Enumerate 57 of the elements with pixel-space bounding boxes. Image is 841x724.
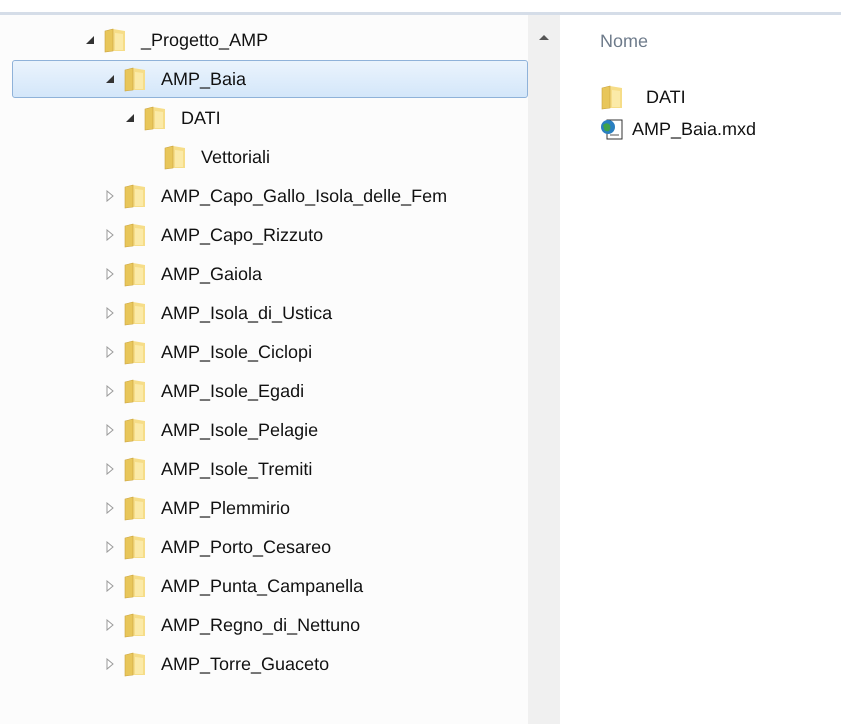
tree-item[interactable]: AMP_Capo_Rizzuto xyxy=(12,216,528,254)
map-document-icon xyxy=(600,117,624,141)
folder-icon xyxy=(600,84,624,110)
folder-name: AMP_Regno_di_Nettuno xyxy=(161,614,360,636)
tree-item[interactable]: _Progetto_AMP xyxy=(12,21,528,59)
tree-item[interactable]: AMP_Gaiola xyxy=(12,255,528,293)
tree-item[interactable]: AMP_Isole_Tremiti xyxy=(12,450,528,488)
tree-item[interactable]: AMP_Regno_di_Nettuno xyxy=(12,606,528,644)
folder-name: AMP_Punta_Campanella xyxy=(161,576,364,596)
file-name[interactable]: DATI xyxy=(646,86,686,108)
folder-name: AMP_Isole_Egadi xyxy=(161,380,304,402)
tree-item[interactable]: DATI xyxy=(12,99,528,137)
folder-icon xyxy=(103,27,127,53)
folder-name: AMP_Porto_Cesareo xyxy=(161,536,332,558)
folder-name: AMP_Capo_Rizzuto xyxy=(161,224,324,246)
folder-icon xyxy=(123,183,147,209)
folder-icon xyxy=(123,534,147,560)
tree-item[interactable]: Vettoriali xyxy=(12,138,528,176)
folder-name: AMP_Baia xyxy=(161,68,246,90)
folder-name: DATI xyxy=(181,108,221,128)
tree-item[interactable]: AMP_Porto_Cesareo xyxy=(12,528,528,566)
tree-item[interactable]: AMP_Punta_Campanella xyxy=(12,567,528,605)
folder-icon xyxy=(123,66,147,92)
file-name[interactable]: AMP_Baia.mxd xyxy=(632,118,756,140)
tree-item[interactable]: AMP_Isola_di_Ustica xyxy=(12,294,528,332)
folder-name: AMP_Gaiola xyxy=(161,264,262,284)
folder-name: AMP_Plemmirio xyxy=(161,498,290,518)
folder-icon xyxy=(123,495,147,521)
folder-icon xyxy=(123,261,147,287)
folder-icon xyxy=(143,105,167,131)
folder-icon xyxy=(123,378,147,404)
tree-item[interactable]: AMP_Capo_Gallo_Isola_delle_Fem xyxy=(12,177,528,215)
scroll-up-icon[interactable] xyxy=(538,33,550,41)
folder-icon xyxy=(123,339,147,365)
folder-icon xyxy=(123,612,147,638)
folder-icon xyxy=(123,573,147,599)
column-header[interactable]: Nome xyxy=(600,31,841,63)
tree-item[interactable]: AMP_Isole_Egadi xyxy=(12,372,528,410)
tree-item[interactable]: AMP_Isole_Pelagie xyxy=(12,411,528,449)
folder-icon xyxy=(123,651,147,677)
tree-item[interactable]: AMP_Baia xyxy=(12,60,528,98)
folder-icon xyxy=(123,456,147,482)
folder-name: _Progetto_AMP xyxy=(141,30,268,50)
folder-icon xyxy=(163,144,187,170)
folder-name: AMP_Isole_Pelagie xyxy=(161,420,318,440)
tree-item[interactable]: AMP_Torre_Guaceto xyxy=(12,645,528,683)
folder-icon xyxy=(123,222,147,248)
folder-name: AMP_Isole_Tremiti xyxy=(161,458,312,480)
folder-name: AMP_Capo_Gallo_Isola_delle_Fem xyxy=(161,186,448,206)
folder-name: AMP_Isola_di_Ustica xyxy=(161,302,332,324)
folder-icon xyxy=(123,417,147,443)
tree-item[interactable]: AMP_Isole_Ciclopi xyxy=(12,333,528,371)
folder-icon xyxy=(123,300,147,326)
folder-name: AMP_Torre_Guaceto xyxy=(161,654,330,674)
folder-name: AMP_Isole_Ciclopi xyxy=(161,342,312,362)
tree-item[interactable]: AMP_Plemmirio xyxy=(12,489,528,527)
folder-name: Vettoriali xyxy=(201,146,270,168)
